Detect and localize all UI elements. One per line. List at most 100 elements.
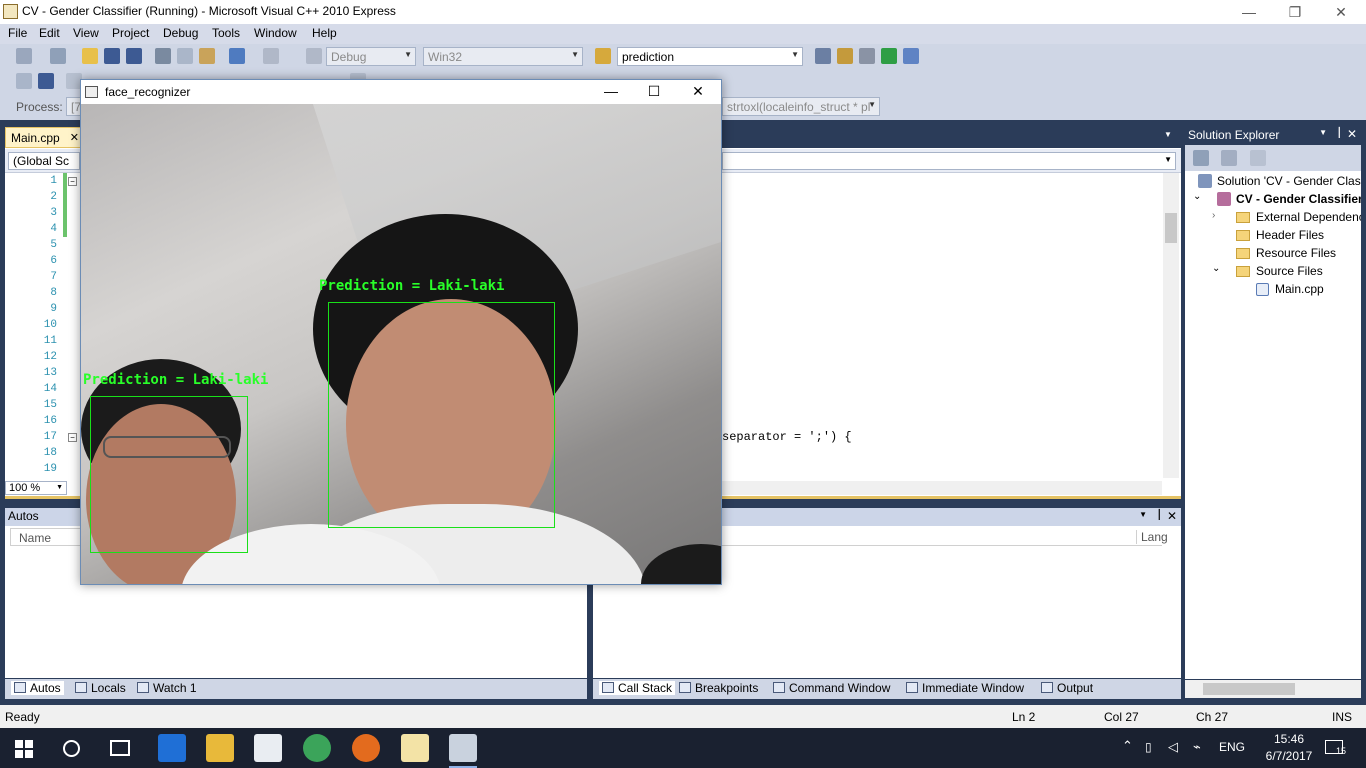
- tab-main-cpp[interactable]: Main.cpp ✕: [5, 127, 85, 148]
- menu-file[interactable]: File: [8, 26, 27, 40]
- tab-output[interactable]: Output: [1041, 681, 1093, 695]
- close-icon[interactable]: ✕: [70, 131, 79, 144]
- tab-watch[interactable]: Watch 1: [137, 681, 197, 695]
- tab-locals[interactable]: Locals: [75, 681, 126, 695]
- copy-icon[interactable]: [177, 48, 193, 64]
- show-all-files-icon[interactable]: [1221, 150, 1237, 166]
- clock-time[interactable]: 15:46: [1266, 732, 1312, 746]
- tree-solution[interactable]: Solution 'CV - Gender Clas: [1217, 174, 1361, 188]
- chevron-down-icon[interactable]: ⌄: [1193, 191, 1201, 202]
- volume-icon[interactable]: ◁: [1168, 739, 1178, 755]
- code-text[interactable]: separator = ';') {: [722, 430, 852, 444]
- platform-dropdown[interactable]: Win32 ▼: [423, 47, 583, 66]
- zoom-dropdown[interactable]: 100 % ▼: [5, 481, 67, 495]
- windows-start-icon[interactable]: [15, 740, 33, 758]
- tab-breakpoints[interactable]: Breakpoints: [679, 681, 758, 695]
- find-icon[interactable]: [595, 48, 611, 64]
- chevron-right-icon[interactable]: ›: [1212, 210, 1215, 221]
- tree-external-dependencies[interactable]: External Dependenc: [1256, 210, 1361, 224]
- chevron-down-icon[interactable]: ⌄: [1212, 263, 1220, 274]
- close-icon[interactable]: ✕: [1347, 127, 1357, 141]
- chevron-down-icon[interactable]: ▼: [1139, 510, 1147, 519]
- chrome-icon[interactable]: [303, 734, 331, 762]
- scroll-thumb[interactable]: [1165, 213, 1177, 243]
- new-project-icon[interactable]: [16, 48, 32, 64]
- open-folder-icon[interactable]: [82, 48, 98, 64]
- chevron-up-icon[interactable]: ⌃: [1122, 738, 1133, 754]
- network-icon[interactable]: ▯: [1145, 740, 1152, 754]
- minimize-button[interactable]: —: [1226, 0, 1272, 24]
- restore-button[interactable]: ❐: [1272, 0, 1318, 24]
- menu-view[interactable]: View: [73, 26, 99, 40]
- extension-icon[interactable]: [881, 48, 897, 64]
- tab-autos[interactable]: Autos: [11, 681, 64, 695]
- add-item-icon[interactable]: [50, 48, 66, 64]
- find-combo[interactable]: prediction ▼: [617, 47, 803, 66]
- properties-icon[interactable]: [1193, 150, 1209, 166]
- scope-dropdown[interactable]: (Global Sc: [8, 152, 80, 170]
- close-icon[interactable]: ✕: [1167, 509, 1177, 523]
- menu-help[interactable]: Help: [312, 26, 337, 40]
- close-button[interactable]: ✕: [1318, 0, 1364, 24]
- menu-tools[interactable]: Tools: [212, 26, 240, 40]
- collapse-icon[interactable]: −: [68, 177, 77, 186]
- maximize-button[interactable]: ☐: [634, 80, 674, 104]
- redo-icon[interactable]: [263, 48, 279, 64]
- search-icon[interactable]: [63, 740, 80, 757]
- wifi-icon[interactable]: ⌁: [1193, 739, 1201, 755]
- tree-project[interactable]: CV - Gender Classifier: [1236, 192, 1361, 206]
- language-indicator[interactable]: ENG: [1219, 740, 1245, 754]
- clock-date[interactable]: 6/7/2017: [1258, 749, 1320, 763]
- undo-icon[interactable]: [229, 48, 245, 64]
- tree-resource-files[interactable]: Resource Files: [1256, 246, 1336, 260]
- find-files-icon[interactable]: [815, 48, 831, 64]
- paste-icon[interactable]: [199, 48, 215, 64]
- pin-icon[interactable]: ꟾ: [1157, 509, 1161, 523]
- pin-icon[interactable]: ꟾ: [1337, 127, 1341, 141]
- chevron-down-icon[interactable]: ▼: [1164, 130, 1172, 139]
- save-icon[interactable]: [104, 48, 120, 64]
- scroll-thumb[interactable]: [1203, 683, 1295, 695]
- stop-icon[interactable]: [38, 73, 54, 89]
- file-explorer-icon[interactable]: [206, 734, 234, 762]
- start-debug-icon[interactable]: [306, 48, 322, 64]
- status-column: Col 27: [1104, 710, 1139, 724]
- task-view-icon[interactable]: [110, 740, 130, 756]
- face-window-titlebar[interactable]: face_recognizer — ☐ ✕: [81, 80, 721, 104]
- edge-icon[interactable]: [158, 734, 186, 762]
- properties-icon[interactable]: [837, 48, 853, 64]
- face-recognizer-app-icon[interactable]: [449, 734, 477, 762]
- menu-window[interactable]: Window: [254, 26, 297, 40]
- continue-icon[interactable]: [16, 73, 32, 89]
- solution-hscrollbar[interactable]: [1185, 680, 1361, 698]
- member-dropdown[interactable]: ▼: [722, 152, 1176, 170]
- store-icon[interactable]: [254, 734, 282, 762]
- tab-immediate-window[interactable]: Immediate Window: [906, 681, 1024, 695]
- class-view-icon[interactable]: [1250, 150, 1266, 166]
- lang-column-header[interactable]: Lang: [1136, 530, 1168, 544]
- config-dropdown[interactable]: Debug ▼: [326, 47, 416, 66]
- vertical-scrollbar[interactable]: [1163, 173, 1179, 478]
- stack-frame-dropdown[interactable]: strtoxl(localeinfo_struct * pl ▼: [722, 97, 880, 116]
- tree-header-files[interactable]: Header Files: [1256, 228, 1324, 242]
- face-recognizer-window[interactable]: face_recognizer — ☐ ✕ Prediction = Laki-…: [80, 79, 722, 585]
- firefox-icon[interactable]: [352, 734, 380, 762]
- menu-project[interactable]: Project: [112, 26, 149, 40]
- collapse-icon[interactable]: −: [68, 433, 77, 442]
- chevron-down-icon[interactable]: ▼: [1319, 128, 1327, 137]
- visual-cpp-icon[interactable]: [401, 734, 429, 762]
- menu-debug[interactable]: Debug: [163, 26, 198, 40]
- minimize-button[interactable]: —: [591, 80, 631, 104]
- toolbox-icon[interactable]: [903, 48, 919, 64]
- tree-main-cpp[interactable]: Main.cpp: [1275, 282, 1324, 296]
- tab-command-window[interactable]: Command Window: [773, 681, 890, 695]
- line-number: 5: [50, 239, 57, 251]
- cut-icon[interactable]: [155, 48, 171, 64]
- save-all-icon[interactable]: [126, 48, 142, 64]
- tools-icon[interactable]: [859, 48, 875, 64]
- tab-call-stack[interactable]: Call Stack: [599, 681, 676, 695]
- tree-source-files[interactable]: Source Files: [1256, 264, 1323, 278]
- menu-edit[interactable]: Edit: [39, 26, 60, 40]
- close-button[interactable]: ✕: [678, 80, 718, 104]
- horizontal-scrollbar[interactable]: [722, 481, 1162, 495]
